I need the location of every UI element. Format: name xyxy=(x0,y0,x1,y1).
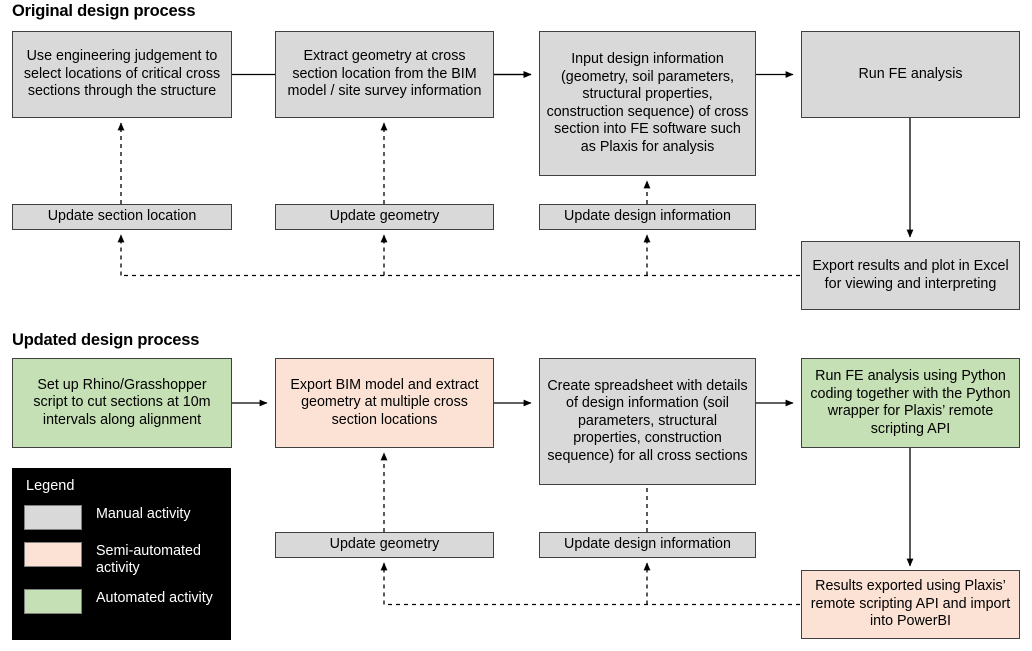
node-updated-update-design-information-label: Update design information xyxy=(564,536,731,553)
node-updated-step-1[interactable]: Set up Rhino/Grasshopper script to cut s… xyxy=(12,358,232,448)
node-original-step-1[interactable]: Use engineering judgement to select loca… xyxy=(12,31,232,118)
legend-item-automated: Automated activity xyxy=(24,588,219,614)
node-original-step-1-label: Use engineering judgement to select loca… xyxy=(23,48,221,100)
node-original-update-geometry[interactable]: Update geometry xyxy=(275,204,494,230)
node-updated-step-4-label: Run FE analysis using Python coding toge… xyxy=(810,368,1011,437)
node-updated-results-exported[interactable]: Results exported using Plaxis’ remote sc… xyxy=(801,570,1020,639)
node-updated-step-4[interactable]: Run FE analysis using Python coding toge… xyxy=(801,358,1020,448)
node-updated-update-design-information[interactable]: Update design information xyxy=(539,532,756,558)
node-updated-update-geometry[interactable]: Update geometry xyxy=(275,532,494,558)
node-original-step-3[interactable]: Input design information (geometry, soil… xyxy=(539,31,756,176)
flowchart-canvas: Original design process Use engineering … xyxy=(0,0,1032,651)
node-original-step-4-label: Run FE analysis xyxy=(858,65,963,82)
original-process-title: Original design process xyxy=(12,2,196,20)
node-updated-step-3[interactable]: Create spreadsheet with details of desig… xyxy=(539,358,756,485)
node-updated-step-1-label: Set up Rhino/Grasshopper script to cut s… xyxy=(33,376,211,428)
node-original-update-design-information[interactable]: Update design information xyxy=(539,204,756,230)
legend-swatch-automated-icon xyxy=(24,589,82,614)
node-original-export-results[interactable]: Export results and plot in Excel for vie… xyxy=(801,241,1020,310)
node-updated-update-geometry-label: Update geometry xyxy=(329,536,440,553)
node-updated-step-2-label: Export BIM model and extract geometry at… xyxy=(290,376,479,428)
node-original-update-section-location[interactable]: Update section location xyxy=(12,204,232,230)
legend-item-manual: Manual activity xyxy=(24,504,219,530)
node-updated-step-3-label: Create spreadsheet with details of desig… xyxy=(547,377,748,464)
legend-label-semi-automated: Semi-automated activity xyxy=(96,543,201,576)
node-original-step-2[interactable]: Extract geometry at cross section locati… xyxy=(275,31,494,118)
node-updated-step-2[interactable]: Export BIM model and extract geometry at… xyxy=(275,358,494,448)
node-original-export-results-label: Export results and plot in Excel for vie… xyxy=(812,258,1009,292)
legend-panel: Legend Manual activity Semi-automated ac… xyxy=(12,468,231,640)
legend-swatch-semi-automated-icon xyxy=(24,542,82,567)
node-original-step-4[interactable]: Run FE analysis xyxy=(801,31,1020,118)
updated-process-title: Updated design process xyxy=(12,331,200,349)
node-original-step-2-label: Extract geometry at cross section locati… xyxy=(287,48,482,100)
legend-label-automated: Automated activity xyxy=(96,590,213,606)
legend-title: Legend xyxy=(26,478,75,494)
legend-item-semi-automated: Semi-automated activity xyxy=(24,541,219,577)
node-original-update-design-information-label: Update design information xyxy=(564,208,731,225)
node-original-update-geometry-label: Update geometry xyxy=(329,208,440,225)
legend-label-manual: Manual activity xyxy=(96,506,191,522)
node-original-update-section-location-label: Update section location xyxy=(47,208,197,225)
node-updated-results-exported-label: Results exported using Plaxis’ remote sc… xyxy=(810,578,1011,630)
legend-swatch-manual-icon xyxy=(24,505,82,530)
node-original-step-3-label: Input design information (geometry, soil… xyxy=(546,51,749,155)
